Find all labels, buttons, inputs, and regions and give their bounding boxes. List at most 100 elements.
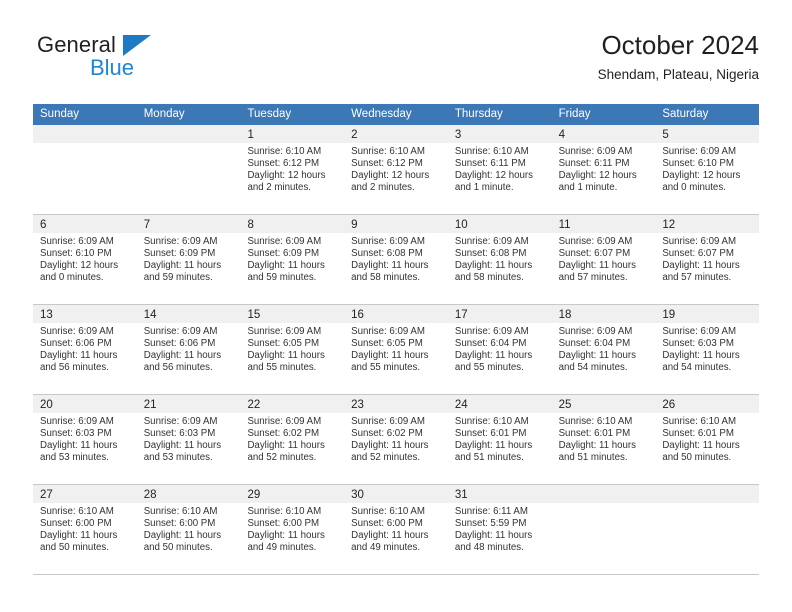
daylight-text-line2: and 2 minutes. bbox=[247, 182, 311, 194]
day-cell[interactable]: 8 Sunrise: 6:09 AM Sunset: 6:09 PM Daylight… bbox=[240, 215, 345, 304]
day-cell[interactable]: 2 Sunrise: 6:10 AM Sunset: 6:12 PM Daylight… bbox=[344, 125, 448, 214]
day-cell[interactable]: 17 Sunrise: 6:09 AM Sunset: 6:04 PM Dayligh… bbox=[447, 305, 552, 394]
day-cell[interactable]: 29 Sunrise: 6:10 AM Sunset: 6:00 PM Dayligh… bbox=[240, 485, 345, 574]
day-cell[interactable]: 26 Sunrise: 6:10 AM Sunset: 6:01 PM Dayligh… bbox=[655, 395, 760, 484]
day-cell[interactable]: 10 Sunrise: 6:09 AM Sunset: 6:08 PM Dayligh… bbox=[447, 215, 552, 304]
sunrise-text: Sunrise: 6:09 AM bbox=[40, 416, 114, 427]
day-cell[interactable]: 19 Sunrise: 6:09 AM Sunset: 6:03 PM Dayligh… bbox=[655, 305, 760, 394]
day-number-strip: 3 bbox=[447, 125, 552, 143]
sunrise-text: Sunrise: 6:11 AM bbox=[454, 506, 528, 517]
day-cell[interactable]: 5 Sunrise: 6:09 AM Sunset: 6:10 PM Daylight… bbox=[655, 125, 760, 214]
day-number: 13 bbox=[40, 309, 53, 321]
sunrise-text: Sunrise: 6:10 AM bbox=[662, 416, 737, 427]
day-cell[interactable]: 22 Sunrise: 6:09 AM Sunset: 6:02 PM Dayligh… bbox=[240, 395, 345, 484]
day-sun-info: Sunrise: 6:09 AM Sunset: 6:10 PM Daylight:… bbox=[33, 233, 137, 284]
weekday-wednesday: Wednesday bbox=[351, 108, 412, 120]
daylight-text-line2: and 51 minutes. bbox=[454, 452, 524, 464]
daylight-text-line2: and 56 minutes. bbox=[40, 362, 109, 374]
day-sun-info: Sunrise: 6:09 AM Sunset: 6:03 PM Daylight:… bbox=[655, 323, 759, 374]
day-number-strip: 28 bbox=[136, 485, 241, 503]
day-cell[interactable]: 16 Sunrise: 6:09 AM Sunset: 6:05 PM Dayligh… bbox=[344, 305, 448, 394]
day-cell[interactable]: 9 Sunrise: 6:09 AM Sunset: 6:08 PM Daylight… bbox=[344, 215, 448, 304]
sunrise-text: Sunrise: 6:10 AM bbox=[351, 506, 425, 517]
day-cell-empty bbox=[655, 485, 760, 574]
generalblue-logo[interactable]: General Blue bbox=[33, 32, 263, 88]
day-cell-empty bbox=[551, 485, 656, 574]
day-cell[interactable]: 18 Sunrise: 6:09 AM Sunset: 6:04 PM Dayligh… bbox=[551, 305, 656, 394]
sunset-text: Sunset: 6:06 PM bbox=[143, 338, 216, 350]
triangle-flag-icon bbox=[123, 35, 151, 56]
day-number: 2 bbox=[351, 129, 358, 141]
week-row: 27 Sunrise: 6:10 AM Sunset: 6:00 PM Dayligh… bbox=[33, 485, 760, 575]
sunset-text: Sunset: 6:02 PM bbox=[351, 428, 423, 440]
daylight-text-line2: and 56 minutes. bbox=[143, 362, 213, 374]
day-cell[interactable]: 21 Sunrise: 6:09 AM Sunset: 6:03 PM Dayligh… bbox=[136, 395, 241, 484]
sunrise-text: Sunrise: 6:10 AM bbox=[143, 506, 218, 517]
title-block: October 2024 Shendam, Plateau, Nigeria bbox=[598, 28, 759, 86]
day-number-strip: 27 bbox=[33, 485, 137, 503]
daylight-text-line2: and 52 minutes. bbox=[247, 452, 317, 464]
day-cell[interactable]: 23 Sunrise: 6:09 AM Sunset: 6:02 PM Dayligh… bbox=[344, 395, 448, 484]
sunset-text: Sunset: 6:02 PM bbox=[247, 428, 320, 440]
day-number: 5 bbox=[662, 129, 669, 141]
sunrise-text: Sunrise: 6:09 AM bbox=[454, 236, 529, 247]
day-cell[interactable]: 3 Sunrise: 6:10 AM Sunset: 6:11 PM Daylight… bbox=[447, 125, 552, 214]
day-cell[interactable]: 4 Sunrise: 6:09 AM Sunset: 6:11 PM Daylight… bbox=[551, 125, 656, 214]
day-number-strip: 18 bbox=[551, 305, 656, 323]
daylight-text-line1: Daylight: 11 hours bbox=[454, 530, 533, 542]
day-cell[interactable]: 30 Sunrise: 6:10 AM Sunset: 6:00 PM Dayligh… bbox=[344, 485, 448, 574]
sunrise-text: Sunrise: 6:10 AM bbox=[247, 146, 322, 157]
day-cell[interactable]: 12 Sunrise: 6:09 AM Sunset: 6:07 PM Dayligh… bbox=[655, 215, 760, 304]
day-number-strip: 4 bbox=[551, 125, 656, 143]
day-cell[interactable]: 14 Sunrise: 6:09 AM Sunset: 6:06 PM Dayligh… bbox=[136, 305, 241, 394]
day-number: 21 bbox=[143, 399, 157, 411]
day-cell[interactable]: 27 Sunrise: 6:10 AM Sunset: 6:00 PM Dayligh… bbox=[33, 485, 137, 574]
day-sun-info: Sunrise: 6:09 AM Sunset: 6:06 PM Daylight:… bbox=[137, 323, 241, 374]
day-sun-info: Sunrise: 6:09 AM Sunset: 6:02 PM Daylight:… bbox=[344, 413, 448, 464]
day-cell[interactable]: 20 Sunrise: 6:09 AM Sunset: 6:03 PM Dayligh… bbox=[33, 395, 137, 484]
day-sun-info: Sunrise: 6:09 AM Sunset: 6:09 PM Daylight:… bbox=[137, 233, 241, 284]
daylight-text-line1: Daylight: 11 hours bbox=[454, 440, 533, 452]
sunset-text: Sunset: 6:05 PM bbox=[247, 338, 320, 350]
day-number: 8 bbox=[247, 219, 254, 231]
daylight-text-line2: and 51 minutes. bbox=[558, 452, 628, 464]
day-cell[interactable]: 6 Sunrise: 6:09 AM Sunset: 6:10 PM Daylight… bbox=[33, 215, 137, 304]
day-sun-info: Sunrise: 6:10 AM Sunset: 6:00 PM Daylight:… bbox=[344, 503, 448, 554]
day-cell[interactable]: 24 Sunrise: 6:10 AM Sunset: 6:01 PM Dayligh… bbox=[447, 395, 552, 484]
sunrise-text: Sunrise: 6:09 AM bbox=[247, 236, 322, 247]
day-cell[interactable]: 15 Sunrise: 6:09 AM Sunset: 6:05 PM Dayligh… bbox=[240, 305, 345, 394]
daylight-text-line2: and 1 minute. bbox=[454, 182, 514, 194]
day-number-strip: 15 bbox=[240, 305, 345, 323]
sunrise-text: Sunrise: 6:09 AM bbox=[40, 236, 114, 247]
sunset-text: Sunset: 6:11 PM bbox=[558, 158, 630, 170]
sunrise-text: Sunrise: 6:09 AM bbox=[247, 326, 322, 337]
daylight-text-line1: Daylight: 11 hours bbox=[247, 530, 325, 542]
day-cell[interactable]: 11 Sunrise: 6:09 AM Sunset: 6:07 PM Dayligh… bbox=[551, 215, 656, 304]
day-number-strip: 24 bbox=[447, 395, 552, 413]
sunrise-text: Sunrise: 6:10 AM bbox=[454, 146, 529, 157]
day-cell[interactable]: 25 Sunrise: 6:10 AM Sunset: 6:01 PM Dayligh… bbox=[551, 395, 656, 484]
day-sun-info: Sunrise: 6:11 AM Sunset: 5:59 PM Daylight:… bbox=[448, 503, 552, 554]
sunrise-text: Sunrise: 6:09 AM bbox=[247, 416, 322, 427]
week-row: 1 Sunrise: 6:10 AM Sunset: 6:12 PM Daylight… bbox=[33, 125, 760, 215]
sunrise-text: Sunrise: 6:09 AM bbox=[662, 326, 737, 337]
daylight-text-line2: and 54 minutes. bbox=[558, 362, 628, 374]
sunset-text: Sunset: 6:10 PM bbox=[40, 248, 112, 260]
day-cell[interactable]: 13 Sunrise: 6:09 AM Sunset: 6:06 PM Dayligh… bbox=[33, 305, 137, 394]
daylight-text-line1: Daylight: 11 hours bbox=[143, 440, 222, 452]
daylight-text-line2: and 52 minutes. bbox=[351, 452, 421, 464]
day-cell[interactable]: 28 Sunrise: 6:10 AM Sunset: 6:00 PM Dayligh… bbox=[136, 485, 241, 574]
sunset-text: Sunset: 6:01 PM bbox=[454, 428, 527, 440]
daylight-text-line1: Daylight: 11 hours bbox=[454, 350, 533, 362]
day-number-strip: 10 bbox=[447, 215, 552, 233]
day-cell[interactable]: 7 Sunrise: 6:09 AM Sunset: 6:09 PM Daylight… bbox=[136, 215, 241, 304]
day-cell[interactable]: 1 Sunrise: 6:10 AM Sunset: 6:12 PM Daylight… bbox=[240, 125, 345, 214]
page-header: General Blue October 2024 Shendam, Plate… bbox=[33, 28, 759, 98]
weekday-friday: Friday bbox=[558, 108, 591, 120]
day-cell[interactable]: 31 Sunrise: 6:11 AM Sunset: 5:59 PM Dayligh… bbox=[447, 485, 552, 574]
day-number: 15 bbox=[247, 309, 261, 321]
day-number-strip bbox=[136, 125, 241, 143]
daylight-text-line2: and 55 minutes. bbox=[247, 362, 317, 374]
daylight-text-line2: and 58 minutes. bbox=[351, 272, 421, 284]
sunset-text: Sunset: 6:08 PM bbox=[351, 248, 423, 260]
